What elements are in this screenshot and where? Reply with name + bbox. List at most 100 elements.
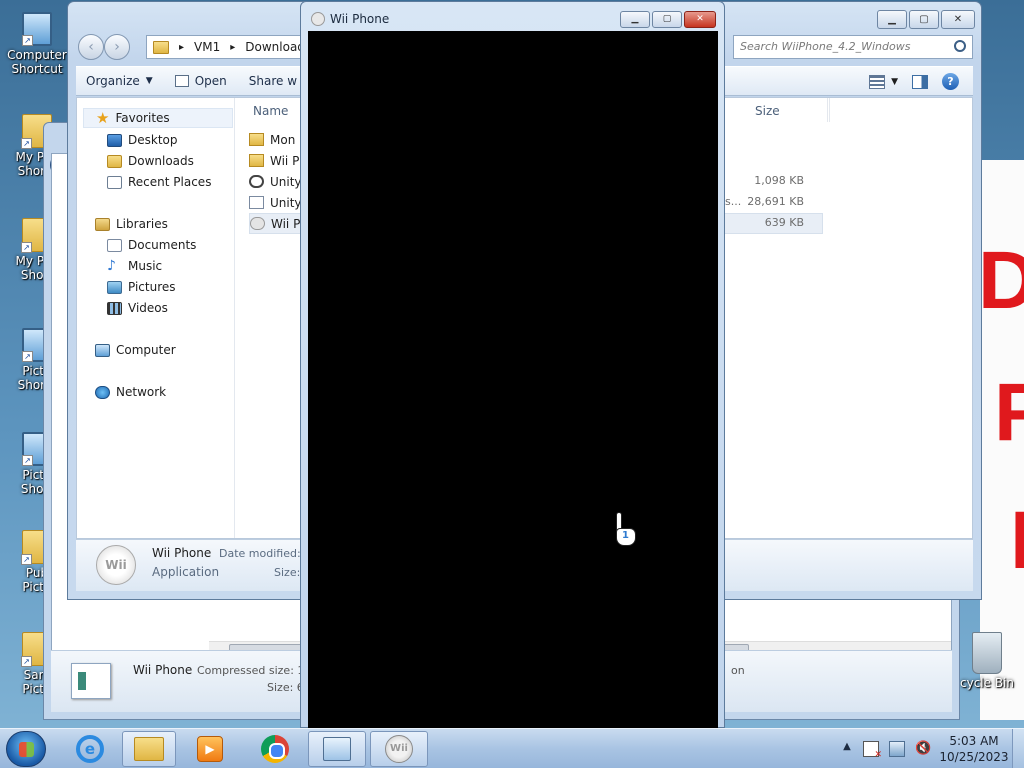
toolbar-right: ▼ ?: [869, 73, 959, 90]
taskbar-internet-explorer[interactable]: e: [62, 731, 118, 767]
desktop-icon-label: cycle Bin: [960, 676, 1014, 690]
open-label: Open: [194, 74, 227, 88]
details-size-label: Size:: [274, 566, 301, 579]
volume-muted-icon[interactable]: 🔇: [915, 741, 931, 757]
wii-logo-icon: Wii: [96, 545, 136, 585]
star-icon: ★: [96, 108, 110, 127]
column-divider[interactable]: [827, 98, 828, 122]
system-tray: ▲ 🔇 5:03 AM 10/25/2023: [836, 729, 1024, 768]
chevron-down-icon[interactable]: ▼: [891, 77, 898, 87]
nav-videos[interactable]: Videos: [107, 298, 168, 318]
open-icon: [174, 75, 189, 87]
window-title: Wii Phone: [330, 12, 390, 26]
document-icon: [249, 196, 264, 209]
file-name: Wii P: [270, 153, 300, 168]
downloads-folder-icon: [107, 154, 122, 168]
file-size: 28,691 KB: [747, 195, 804, 208]
computer-icon: ↗: [22, 12, 52, 46]
minimize-button[interactable]: ▁: [877, 10, 907, 29]
file-name: Mon: [270, 132, 296, 147]
details-name: Wii Phone: [133, 663, 193, 677]
clock-date: 10/25/2023: [939, 750, 1009, 764]
wii-phone-window[interactable]: Wii Phone ▁ ▢ ✕: [300, 1, 725, 729]
change-view-icon[interactable]: [869, 74, 886, 89]
taskbar-remote-desktop[interactable]: [308, 731, 366, 767]
clock-time: 5:03 AM: [949, 734, 999, 748]
nav-libraries[interactable]: Libraries: [95, 214, 168, 234]
breadcrumb-chevron-icon: ▸: [179, 41, 185, 53]
taskbar-wii-phone[interactable]: Wii: [370, 731, 428, 767]
desktop-icon-recycle-bin[interactable]: cycle Bin: [950, 632, 1024, 690]
nav-pictures[interactable]: Pictures: [107, 277, 176, 297]
maximize-button[interactable]: ▢: [909, 10, 939, 29]
hand-cursor-icon: 1: [612, 512, 640, 552]
close-button[interactable]: ✕: [941, 10, 975, 29]
show-hidden-icons-chevron-icon[interactable]: ▲: [841, 741, 853, 757]
file-size: 1,098 KB: [754, 174, 804, 187]
nav-recent-places[interactable]: Recent Places: [107, 172, 211, 192]
nav-label: Downloads: [128, 154, 194, 168]
chevron-down-icon: ▼: [145, 76, 153, 86]
nav-label: Documents: [128, 238, 197, 252]
preview-pane-icon[interactable]: [912, 74, 928, 89]
chrome-icon: [261, 735, 289, 763]
nav-label: Music: [128, 259, 163, 273]
network-globe-icon: [95, 385, 110, 399]
taskbar-file-explorer[interactable]: [122, 731, 176, 767]
clock[interactable]: 5:03 AM 10/25/2023: [936, 733, 1012, 765]
wii-app-icon: [250, 217, 265, 230]
nav-documents[interactable]: Documents: [107, 235, 196, 255]
organize-button[interactable]: Organize ▼: [86, 74, 153, 88]
file-name: Unity: [270, 174, 302, 189]
folder-icon: [249, 154, 264, 167]
folder-icon: [249, 133, 264, 146]
details-type: Application: [152, 565, 220, 579]
wii-phone-canvas[interactable]: [308, 31, 718, 729]
breadcrumb-segment[interactable]: VM1: [194, 40, 220, 54]
details-name: Wii Phone: [152, 546, 212, 560]
maximize-button[interactable]: ▢: [652, 11, 682, 28]
action-center-flag-icon[interactable]: [863, 741, 882, 760]
nav-favorites[interactable]: ★ Favorites: [83, 108, 233, 128]
forward-button[interactable]: ›: [104, 34, 130, 60]
search-icon[interactable]: [954, 40, 966, 52]
nav-downloads[interactable]: Downloads: [107, 151, 194, 171]
libraries-icon: [95, 217, 110, 231]
desktop-icon-label: Computer Shortcut: [7, 48, 67, 76]
nav-label: Videos: [128, 301, 168, 315]
file-name: Unity: [270, 195, 302, 210]
column-header-name[interactable]: Name: [253, 104, 288, 118]
search-input[interactable]: Search WiiPhone_4.2_Windows: [733, 35, 973, 59]
internet-explorer-icon: e: [76, 735, 104, 763]
open-button[interactable]: Open: [174, 74, 227, 88]
nav-network[interactable]: Network: [95, 382, 166, 402]
recycle-bin-icon: [972, 632, 1002, 674]
close-button[interactable]: ✕: [684, 11, 716, 28]
unity-icon: [249, 175, 264, 188]
details-fragment: on: [731, 664, 745, 677]
file-thumbnail-icon: [71, 663, 111, 699]
show-desktop-button[interactable]: [1012, 729, 1024, 768]
folder-icon: [153, 40, 169, 54]
taskbar: e ▶ Wii ▲ 🔇 5:03 AM 10/25/2023: [0, 728, 1024, 768]
wii-app-icon: [311, 12, 325, 26]
share-with-button[interactable]: Share w: [249, 74, 297, 88]
file-name: Wii P: [271, 216, 301, 231]
taskbar-media-player[interactable]: ▶: [182, 731, 238, 767]
nav-label: Computer: [116, 343, 176, 357]
nav-music[interactable]: ♪ Music: [107, 256, 162, 276]
nav-computer[interactable]: Computer: [95, 340, 176, 360]
search-placeholder: Search WiiPhone_4.2_Windows: [740, 40, 911, 53]
back-button[interactable]: ‹: [78, 34, 104, 60]
taskbar-chrome[interactable]: [246, 731, 304, 767]
breadcrumb-chevron-icon: ▸: [230, 41, 236, 53]
minimize-button[interactable]: ▁: [620, 11, 650, 28]
start-button[interactable]: [6, 731, 46, 767]
nav-desktop[interactable]: Desktop: [107, 130, 178, 150]
column-divider[interactable]: [829, 98, 830, 122]
desktop-icon-computer-shortcut[interactable]: ↗ Computer Shortcut: [2, 12, 72, 76]
help-icon[interactable]: ?: [942, 73, 959, 90]
network-icon[interactable]: [889, 741, 905, 757]
column-header-size[interactable]: Size: [755, 104, 780, 118]
music-note-icon: ♪: [107, 257, 116, 274]
